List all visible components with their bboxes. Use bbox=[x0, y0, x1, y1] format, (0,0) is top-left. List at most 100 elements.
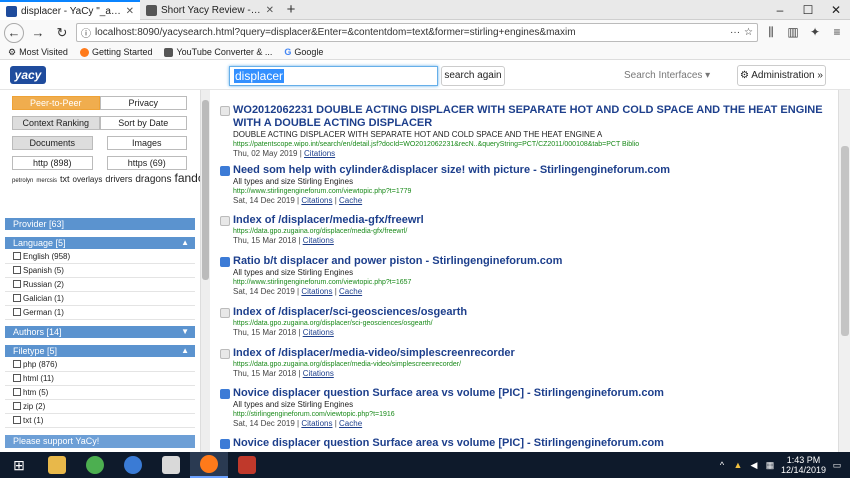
forward-button[interactable]: → bbox=[28, 23, 48, 43]
yacy-logo[interactable]: yacy bbox=[10, 66, 46, 84]
checkbox-icon[interactable] bbox=[13, 280, 21, 288]
search-input[interactable]: displacer bbox=[229, 66, 438, 86]
checkbox-icon[interactable] bbox=[13, 252, 21, 260]
scroll-thumb[interactable] bbox=[202, 100, 209, 280]
filetype-item[interactable]: html (11) bbox=[5, 372, 195, 386]
result-title-link[interactable]: Need som help with cylinder&displacer si… bbox=[233, 164, 823, 177]
result-citations-link[interactable]: Citations bbox=[303, 236, 334, 245]
tag-cloud-word[interactable]: mercsis bbox=[36, 178, 57, 184]
sidebar-scrollbar[interactable] bbox=[200, 90, 210, 452]
start-button[interactable]: ⊞ bbox=[0, 452, 38, 478]
tab-yacy-review[interactable]: Short Yacy Review - YaCy - Sea ✕ bbox=[140, 0, 280, 20]
language-item[interactable]: German (1) bbox=[5, 306, 195, 320]
language-item[interactable]: Russian (2) bbox=[5, 278, 195, 292]
language-item[interactable]: Galician (1) bbox=[5, 292, 195, 306]
filetype-item[interactable]: zip (2) bbox=[5, 400, 195, 414]
filetype-item[interactable]: htm (5) bbox=[5, 386, 195, 400]
filetype-item[interactable]: txt (1) bbox=[5, 414, 195, 428]
taskbar-app[interactable] bbox=[152, 452, 190, 478]
results-scrollbar[interactable] bbox=[838, 90, 850, 452]
info-icon[interactable]: ⓘ bbox=[81, 25, 91, 40]
https-filter-button[interactable]: https (69) bbox=[106, 156, 187, 170]
privacy-button[interactable]: Privacy bbox=[99, 96, 187, 110]
tag-cloud-word[interactable]: overlays bbox=[73, 175, 103, 184]
checkbox-icon[interactable] bbox=[13, 308, 21, 316]
volume-icon[interactable]: ◀ bbox=[749, 460, 759, 470]
result-url[interactable]: https://data.gpo.zugaina.org/displacer/m… bbox=[233, 360, 833, 369]
checkbox-icon[interactable] bbox=[13, 360, 21, 368]
library-icon[interactable]: ⫼ bbox=[762, 25, 780, 40]
close-tab-icon[interactable]: ✕ bbox=[266, 5, 274, 16]
taskbar-app[interactable] bbox=[190, 452, 228, 478]
result-citations-link[interactable]: Citations bbox=[303, 328, 334, 337]
close-tab-icon[interactable]: ✕ bbox=[126, 6, 134, 17]
sidebar-icon[interactable]: ▥ bbox=[784, 25, 802, 40]
tag-cloud-word[interactable]: dragons bbox=[135, 174, 171, 185]
maximize-icon[interactable]: ☐ bbox=[794, 0, 822, 19]
result-cache-link[interactable]: Cache bbox=[339, 419, 362, 428]
page-actions-icon[interactable]: ··· bbox=[730, 27, 740, 38]
language-item[interactable]: Spanish (5) bbox=[5, 264, 195, 278]
filetype-item[interactable]: php (876) bbox=[5, 358, 195, 372]
result-url[interactable]: http://www.stirlingengineforum.com/viewt… bbox=[233, 187, 833, 196]
warning-icon[interactable]: ▲ bbox=[733, 460, 743, 470]
reload-button[interactable]: ↻ bbox=[52, 23, 72, 43]
result-citations-link[interactable]: Citations bbox=[301, 196, 332, 205]
result-title-link[interactable]: Novice displacer question Surface area v… bbox=[233, 437, 823, 450]
result-cache-link[interactable]: Cache bbox=[339, 287, 362, 296]
http-filter-button[interactable]: http (898) bbox=[12, 156, 93, 170]
result-url[interactable]: https://data.gpo.zugaina.org/displacer/m… bbox=[233, 227, 833, 236]
bookmark-getting-started[interactable]: Getting Started bbox=[79, 47, 152, 57]
support-yacy-panel[interactable]: Please support YaCy! bbox=[5, 435, 195, 448]
result-citations-link[interactable]: Citations bbox=[303, 369, 334, 378]
tag-cloud-word[interactable]: drivers bbox=[105, 174, 132, 184]
tab-yacy-search[interactable]: displacer - YaCy "_anonw-3190 ✕ bbox=[0, 0, 140, 20]
result-url[interactable]: https://patentscope.wipo.int/search/en/d… bbox=[233, 140, 833, 149]
result-url[interactable]: http://www.stirlingengineforum.com/viewt… bbox=[233, 278, 833, 287]
new-tab-button[interactable]: + bbox=[280, 0, 302, 19]
search-interfaces-menu[interactable]: Search Interfaces ▾ bbox=[624, 70, 710, 81]
scroll-thumb[interactable] bbox=[841, 146, 849, 336]
images-button[interactable]: Images bbox=[106, 136, 187, 150]
menu-icon[interactable]: ≡ bbox=[828, 25, 846, 40]
documents-button[interactable]: Documents bbox=[12, 136, 93, 150]
provider-facet-header[interactable]: Provider [63] bbox=[5, 218, 195, 230]
result-title-link[interactable]: Ratio b/t displacer and power piston - S… bbox=[233, 255, 823, 268]
bookmark-star-icon[interactable]: ☆ bbox=[744, 27, 753, 38]
result-citations-link[interactable]: Citations bbox=[301, 419, 332, 428]
back-button[interactable]: ← bbox=[4, 22, 24, 43]
result-cache-link[interactable]: Cache bbox=[339, 196, 362, 205]
tag-cloud-word[interactable]: txt bbox=[60, 174, 70, 184]
bookmark-most-visited[interactable]: ⚙ Most Visited bbox=[8, 47, 68, 58]
network-icon[interactable]: ▦ bbox=[765, 460, 775, 470]
checkbox-icon[interactable] bbox=[13, 388, 21, 396]
result-url[interactable]: http://stirlingengineforum.com/viewtopic… bbox=[233, 410, 833, 419]
language-item[interactable]: English (958) bbox=[5, 250, 195, 264]
result-title-link[interactable]: Index of /displacer/media-video/simplesc… bbox=[233, 347, 823, 360]
result-title-link[interactable]: Novice displacer question Surface area v… bbox=[233, 387, 823, 400]
checkbox-icon[interactable] bbox=[13, 402, 21, 410]
checkbox-icon[interactable] bbox=[13, 374, 21, 382]
filetype-facet-header[interactable]: Filetype [5] ▲ bbox=[5, 345, 195, 357]
authors-facet-header[interactable]: Authors [14] ▼ bbox=[5, 326, 195, 338]
taskbar-app[interactable] bbox=[228, 452, 266, 478]
clock[interactable]: 1:43 PM 12/14/2019 bbox=[781, 455, 826, 475]
administration-button[interactable]: ⚙ Administration » bbox=[737, 65, 826, 86]
bookmark-youtube-converter[interactable]: YouTube Converter & ... bbox=[164, 47, 272, 57]
result-title-link[interactable]: Index of /displacer/media-gfx/freewrl bbox=[233, 214, 823, 227]
peer-to-peer-button[interactable]: Peer-to-Peer bbox=[12, 96, 100, 110]
context-ranking-button[interactable]: Context Ranking bbox=[12, 116, 100, 130]
chevron-up-icon[interactable]: ^ bbox=[717, 460, 727, 470]
bookmark-google[interactable]: G Google bbox=[284, 47, 323, 57]
url-bar[interactable]: ⓘ localhost:8090/yacysearch.html?query=d… bbox=[76, 23, 758, 42]
checkbox-icon[interactable] bbox=[13, 416, 21, 424]
result-title-link[interactable]: Index of /displacer/sci-geosciences/osge… bbox=[233, 306, 823, 319]
minimize-icon[interactable]: – bbox=[766, 0, 794, 19]
checkbox-icon[interactable] bbox=[13, 294, 21, 302]
taskbar-app[interactable] bbox=[114, 452, 152, 478]
checkbox-icon[interactable] bbox=[13, 266, 21, 274]
search-again-button[interactable]: search again bbox=[441, 66, 505, 86]
sort-by-date-button[interactable]: Sort by Date bbox=[99, 116, 187, 130]
sync-icon[interactable]: ✦ bbox=[806, 25, 824, 40]
taskbar-app[interactable] bbox=[38, 452, 76, 478]
